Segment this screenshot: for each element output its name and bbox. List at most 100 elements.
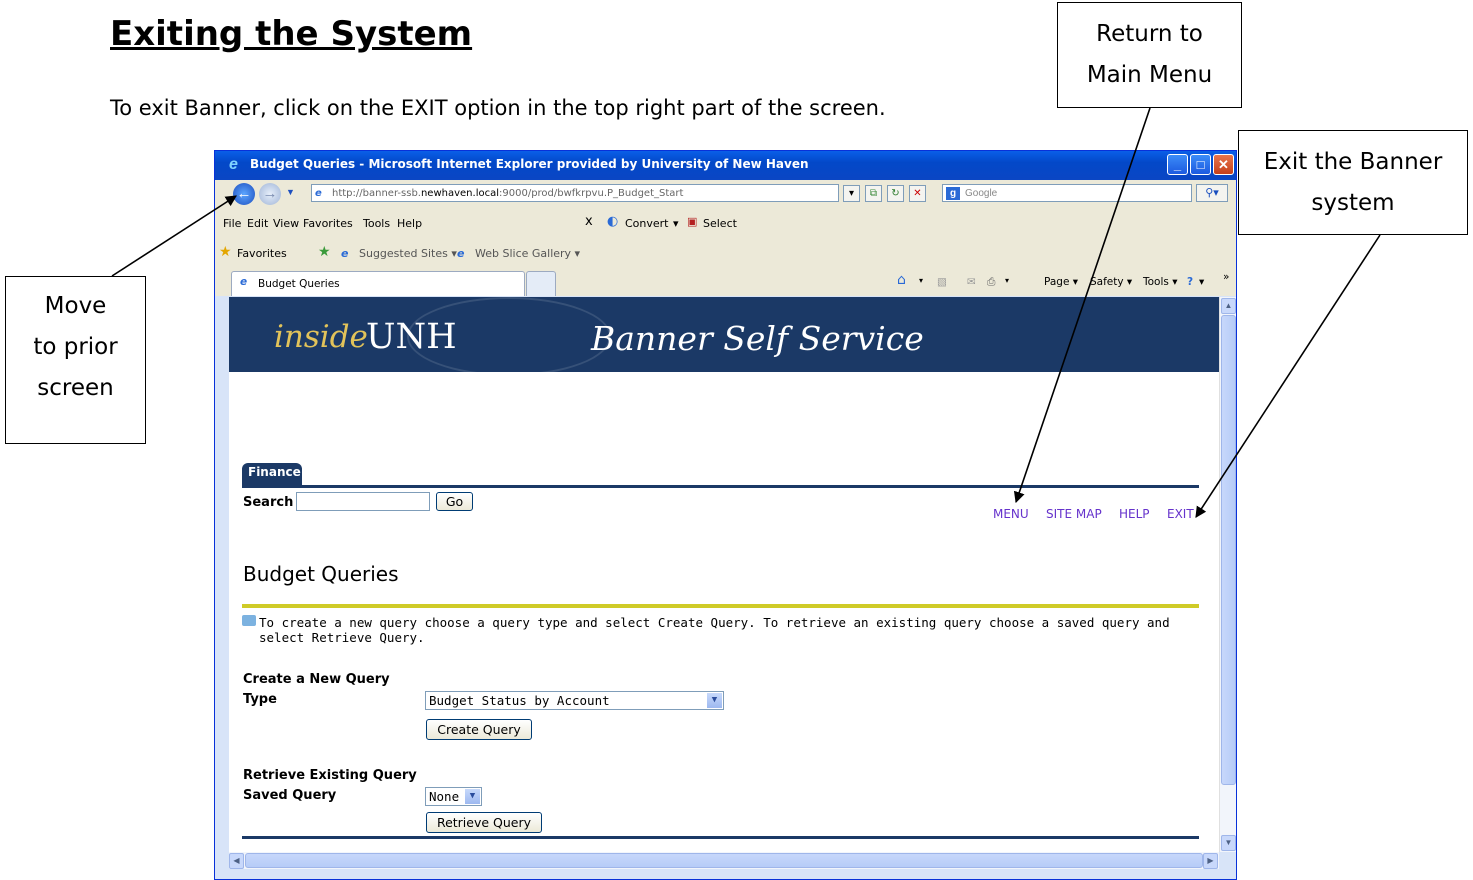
feeds-icon[interactable]: ▧: [937, 276, 947, 288]
maximize-button[interactable]: □: [1190, 154, 1211, 175]
favorites-bar: ★ Favorites ★ e Suggested Sites ▾ e Web …: [215, 238, 1236, 267]
window-title: Budget Queries - Microsoft Internet Expl…: [250, 157, 809, 171]
chevron-down-icon: ▼: [465, 789, 480, 804]
help-icon[interactable]: ?: [1187, 276, 1193, 288]
callout-prior-screen: Move to prior screen: [5, 276, 146, 444]
menu-view[interactable]: View: [273, 217, 299, 230]
banner-title: Banner Self Service: [591, 319, 924, 358]
close-button[interactable]: ✕: [1213, 154, 1234, 175]
convert-button[interactable]: Convert: [625, 217, 669, 230]
saved-query-select[interactable]: None ▼: [425, 787, 482, 806]
compatibility-icon[interactable]: ⧉: [865, 185, 882, 202]
tab-ie-icon: e: [240, 276, 248, 288]
info-text: To create a new query choose a query typ…: [259, 615, 1170, 645]
callout-menu-line1: Return to: [1096, 21, 1203, 47]
scroll-down-icon[interactable]: ▼: [1221, 835, 1236, 851]
tab-label: Budget Queries: [258, 278, 340, 290]
page-search-input[interactable]: [296, 492, 430, 511]
ie-logo-icon: e: [229, 156, 238, 173]
scroll-right-icon[interactable]: ▶: [1203, 853, 1218, 869]
search-go-button[interactable]: ⚲▾: [1196, 184, 1228, 202]
tab-budget-queries[interactable]: e Budget Queries: [231, 271, 525, 296]
mail-icon[interactable]: ✉: [967, 276, 976, 288]
pdf-select-icon: ▣: [687, 215, 698, 228]
retrieve-query-button[interactable]: Retrieve Query: [426, 812, 542, 833]
callout-exit-line1: Exit the Banner: [1263, 149, 1443, 175]
create-section-heading: Create a New Query: [243, 672, 390, 687]
scroll-left-icon[interactable]: ◀: [229, 853, 244, 869]
help-dropdown[interactable]: ▾: [1199, 276, 1204, 288]
chevron-down-icon: ▼: [707, 693, 722, 708]
info-icon: [242, 615, 256, 626]
callout-exit: Exit the Banner system: [1238, 130, 1468, 235]
doc-title: Exiting the System: [110, 14, 473, 54]
menu-favorites[interactable]: Favorites: [303, 217, 353, 230]
banner-header: inside UNH Banner Self Service: [229, 297, 1219, 376]
horizontal-scroll-thumb[interactable]: [245, 853, 1203, 868]
stop-icon[interactable]: ✕: [909, 185, 926, 202]
suggested-sites-icon: e: [341, 247, 349, 260]
forward-button[interactable]: →: [259, 183, 281, 205]
print-icon[interactable]: ⎙: [987, 276, 995, 289]
browser-window: e Budget Queries - Microsoft Internet Ex…: [214, 150, 1237, 880]
favorites-button[interactable]: Favorites: [237, 247, 287, 260]
address-input[interactable]: e http://banner-ssb.newhaven.local:9000/p…: [311, 184, 839, 202]
menu-link[interactable]: MENU: [993, 507, 1029, 521]
callout-menu-line2: Main Menu: [1086, 62, 1213, 88]
search-label: Search: [243, 495, 294, 510]
refresh-icon[interactable]: ↻: [887, 185, 904, 202]
callout-main-menu: Return to Main Menu: [1057, 2, 1242, 108]
convert-dropdown-icon[interactable]: ▾: [673, 217, 679, 230]
page-heading: Budget Queries: [243, 562, 399, 586]
type-select[interactable]: Budget Status by Account ▼: [425, 691, 724, 710]
footer-rule: [242, 836, 1199, 839]
callout-prior-line3: screen: [37, 375, 114, 401]
safety-menu[interactable]: Safety ▾: [1090, 276, 1132, 288]
select-button[interactable]: Select: [703, 217, 737, 230]
home-dropdown-icon[interactable]: ▾: [919, 276, 923, 285]
home-icon[interactable]: ⌂: [897, 272, 906, 288]
print-dropdown-icon[interactable]: ▾: [1005, 276, 1009, 285]
tab-bar: e Budget Queries ⌂ ▾ ▧ ✉ ⎙ ▾ Page ▾ Safe…: [215, 267, 1236, 296]
address-prefix: http://banner-ssb.: [332, 188, 421, 199]
back-button[interactable]: ←: [233, 183, 255, 205]
toolbar-close-button[interactable]: x: [585, 214, 593, 229]
banner-inside: inside: [274, 319, 368, 355]
convert-icon: ◐: [607, 214, 619, 229]
page-icon: e: [315, 188, 322, 199]
menu-tools[interactable]: Tools: [363, 217, 390, 230]
google-icon: g: [946, 187, 960, 200]
address-toolbar: ← → ▼ e http://banner-ssb.newhaven.local:…: [215, 180, 1236, 208]
search-input[interactable]: g Google: [942, 184, 1192, 202]
scroll-up-icon[interactable]: ▲: [1221, 298, 1236, 314]
menu-help[interactable]: Help: [397, 217, 422, 230]
tab-finance[interactable]: Finance: [242, 463, 302, 486]
callout-prior-line2: to prior: [33, 334, 118, 360]
exit-link[interactable]: EXIT: [1167, 507, 1194, 521]
horizontal-scrollbar[interactable]: ◀ ▶: [229, 852, 1219, 869]
go-button[interactable]: Go: [436, 492, 473, 511]
history-dropdown-icon[interactable]: ▼: [286, 187, 295, 197]
vertical-scroll-thumb[interactable]: [1221, 315, 1236, 785]
page-menu[interactable]: Page ▾: [1044, 276, 1078, 288]
help-link[interactable]: HELP: [1119, 507, 1150, 521]
web-slice-link[interactable]: Web Slice Gallery ▾: [475, 247, 580, 260]
suggested-sites-link[interactable]: Suggested Sites ▾: [359, 247, 457, 260]
banner-unh: UNH: [366, 317, 457, 357]
new-tab-button[interactable]: [526, 271, 556, 296]
header-rule: [242, 485, 1199, 488]
vertical-scrollbar[interactable]: ▲ ▼: [1219, 297, 1236, 852]
address-suffix: :9000/prod/bwfkrpvu.P_Budget_Start: [499, 188, 684, 199]
tools-menu[interactable]: Tools ▾: [1143, 276, 1177, 288]
menu-file[interactable]: File: [223, 217, 241, 230]
add-favorite-icon[interactable]: ★: [318, 244, 331, 260]
menu-edit[interactable]: Edit: [247, 217, 268, 230]
address-host: newhaven.local: [420, 188, 499, 199]
more-tools-chevron[interactable]: »: [1223, 271, 1229, 283]
site-map-link[interactable]: SITE MAP: [1046, 507, 1102, 521]
address-dropdown-button[interactable]: ▾: [843, 185, 860, 202]
callout-exit-line2: system: [1311, 190, 1395, 216]
callout-prior-line1: Move: [44, 293, 107, 319]
minimize-button[interactable]: _: [1167, 154, 1188, 175]
create-query-button[interactable]: Create Query: [426, 719, 532, 740]
